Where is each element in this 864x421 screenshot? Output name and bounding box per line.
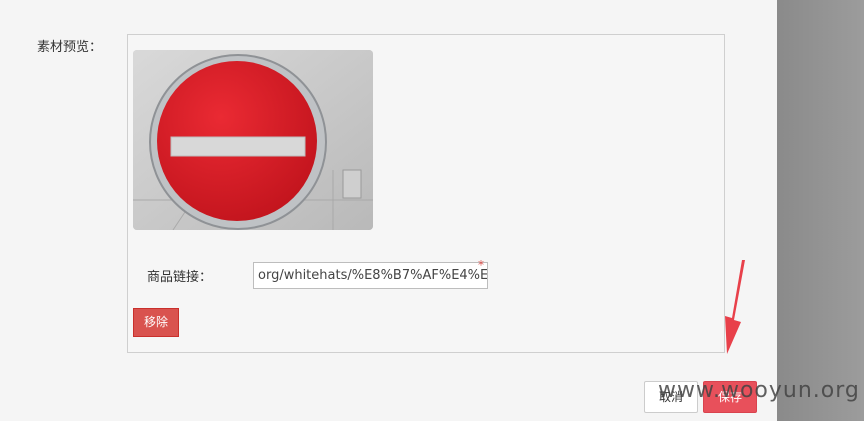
watermark: www.wooyun.org bbox=[658, 378, 860, 403]
no-entry-sign-icon bbox=[133, 50, 373, 230]
red-arrow-icon bbox=[725, 260, 745, 354]
remove-button[interactable]: 移除 bbox=[133, 308, 179, 337]
modal-backdrop bbox=[777, 0, 864, 421]
required-mark: * bbox=[478, 258, 484, 272]
product-link-input[interactable]: org/whitehats/%E8%B7%AF%E4%E bbox=[253, 262, 488, 289]
product-link-label: 商品链接： bbox=[147, 270, 213, 285]
preview-label: 素材预览： bbox=[37, 40, 103, 55]
material-preview-image bbox=[133, 50, 373, 230]
